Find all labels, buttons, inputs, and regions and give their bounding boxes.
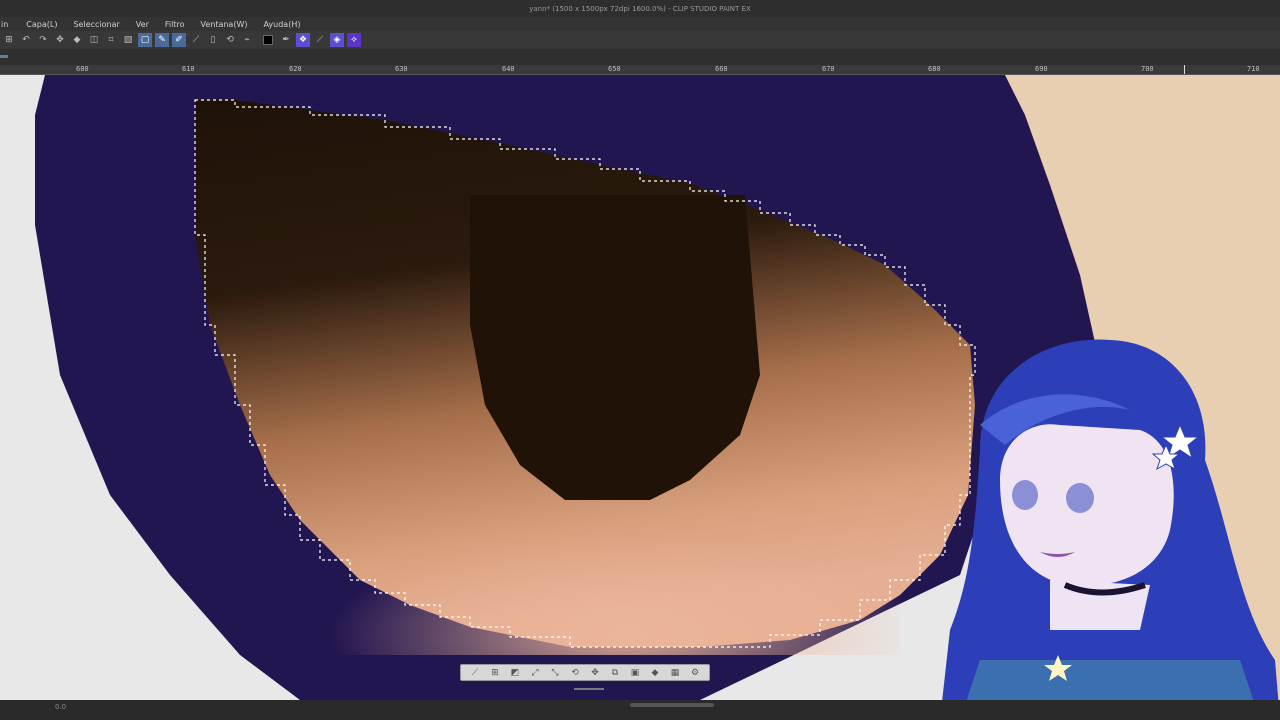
wand-icon[interactable]: ⟡ (347, 33, 361, 47)
title-bar: yann* (1500 x 1500px 72dpi 1600.0%) - CL… (0, 0, 1280, 17)
ruler-label: 610 (182, 65, 195, 73)
lasso-wrap-icon[interactable]: ⟲ (223, 33, 237, 47)
copy-icon[interactable]: ⧉ (610, 667, 621, 678)
vtuber-avatar (940, 339, 1280, 720)
invert-icon[interactable]: ◩ (510, 667, 521, 678)
menu-item-seleccionar[interactable]: Seleccionar (65, 20, 127, 29)
ruler-label: 630 (395, 65, 408, 73)
gradient-icon[interactable]: ⟋ (313, 33, 327, 47)
magic-icon[interactable]: ◈ (330, 33, 344, 47)
ruler-label: 670 (822, 65, 835, 73)
color-swatch[interactable] (263, 35, 273, 45)
ruler-label: 620 (289, 65, 302, 73)
pattern-icon[interactable]: ▦ (670, 667, 681, 678)
fill-icon[interactable]: ◆ (70, 33, 84, 47)
pen-icon[interactable]: ✎ (155, 33, 169, 47)
avatar-right-eye (1066, 483, 1094, 513)
ruler-label: 650 (608, 65, 621, 73)
ruler-label: 640 (502, 65, 515, 73)
avatar-left-eye (1012, 480, 1038, 510)
rect-select-icon[interactable]: ▧ (121, 33, 135, 47)
ruler-label: 600 (76, 65, 89, 73)
menu-bar: in Capa(L) Seleccionar Ver Filtro Ventan… (0, 17, 1280, 31)
status-bar: 0.0 (0, 700, 1280, 720)
select-icon[interactable]: ◫ (87, 33, 101, 47)
undo-icon[interactable]: ↶ (19, 33, 33, 47)
ruler-icon[interactable]: ⟋ (189, 33, 203, 47)
horizontal-scrollbar[interactable] (630, 703, 714, 707)
panel-pin-icon[interactable] (0, 55, 8, 58)
eraser-icon[interactable]: ▯ (206, 33, 220, 47)
menu-item-in[interactable]: in (0, 20, 18, 29)
tool-property-bar (0, 49, 1280, 65)
color-picker-icon[interactable]: ✒ (279, 33, 293, 47)
lasso-icon[interactable]: ⟲ (570, 667, 581, 678)
ruler-cursor-marker (1184, 65, 1185, 74)
menu-item-ver[interactable]: Ver (128, 20, 157, 29)
deselect-icon[interactable]: ⟋ (470, 667, 481, 678)
command-toolbar: ⊞ ↶ ↷ ✥ ◆ ◫ ⌗ ▧ ▢ ✎ ✐ ⟋ ▯ ⟲ ⌁ ✒ ❖ ⟋ ◈ ⟡ (0, 31, 1280, 49)
shrink-icon[interactable]: ⤡ (550, 667, 561, 678)
ruler-label: 680 (928, 65, 941, 73)
selection-launcher-bar: ⟋ ⊞ ◩ ⤢ ⤡ ⟲ ✥ ⧉ ▣ ◆ ▦ ⚙ (460, 664, 710, 681)
menu-item-capa[interactable]: Capa(L) (18, 20, 65, 29)
paste-icon[interactable]: ▣ (630, 667, 641, 678)
menu-item-ayuda[interactable]: Ayuda(H) (255, 20, 308, 29)
launcher-drag-handle[interactable] (574, 688, 604, 690)
brush-icon[interactable]: ✐ (172, 33, 186, 47)
lasso-icon[interactable]: ⌗ (104, 33, 118, 47)
select-all-icon[interactable]: ⊞ (490, 667, 501, 678)
rect-select-active-icon[interactable]: ▢ (138, 33, 152, 47)
ruler-label: 700 (1141, 65, 1154, 73)
eyedropper-icon[interactable]: ⌁ (240, 33, 254, 47)
settings-icon[interactable]: ⚙ (690, 667, 701, 678)
menu-item-filtro[interactable]: Filtro (157, 20, 193, 29)
new-icon[interactable]: ⊞ (2, 33, 16, 47)
expand-icon[interactable]: ⤢ (530, 667, 541, 678)
ruler-label: 660 (715, 65, 728, 73)
pen-pressure-icon[interactable]: ❖ (296, 33, 310, 47)
menu-item-ventana[interactable]: Ventana(W) (192, 20, 255, 29)
zoom-readout[interactable]: 0.0 (55, 703, 66, 711)
horizontal-ruler[interactable]: 600 610 620 630 640 650 660 670 680 690 … (0, 65, 1280, 75)
transform-icon[interactable]: ✥ (53, 33, 67, 47)
window-title: yann* (1500 x 1500px 72dpi 1600.0%) - CL… (529, 4, 751, 13)
move-icon[interactable]: ✥ (590, 667, 601, 678)
redo-icon[interactable]: ↷ (36, 33, 50, 47)
ruler-label: 710 (1247, 65, 1260, 73)
ruler-label: 690 (1035, 65, 1048, 73)
fill-icon[interactable]: ◆ (650, 667, 661, 678)
